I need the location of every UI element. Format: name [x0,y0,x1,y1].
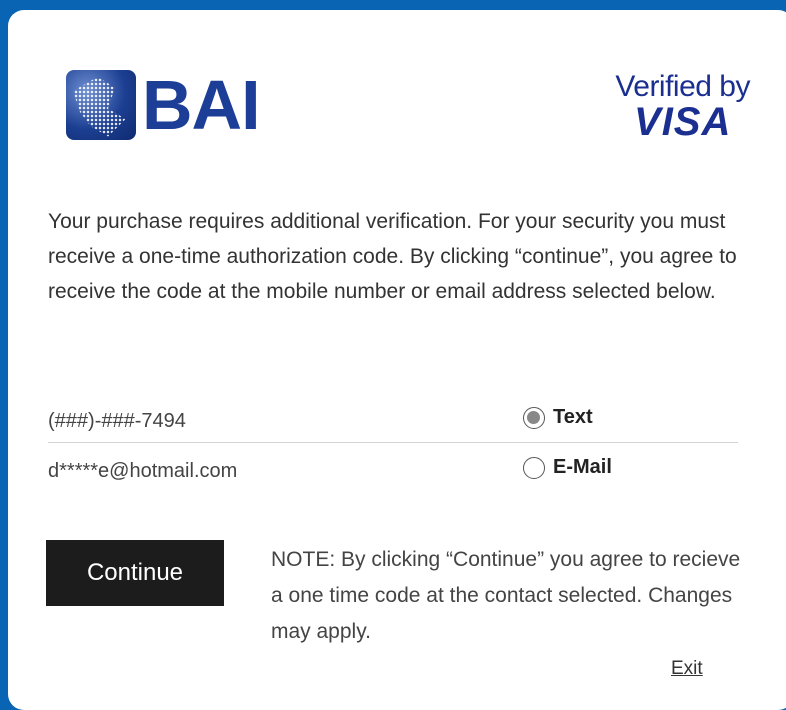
text-option[interactable]: Text [523,406,593,429]
email-radio[interactable] [523,456,545,479]
email-option-label: E-Mail [553,456,612,478]
verification-card: BAI Verified by VISA Your purchase requi… [8,10,786,710]
text-radio[interactable] [523,406,545,429]
email-option[interactable]: E-Mail [523,456,612,479]
contact-row-text: (###)-###-7494 Text [48,406,738,443]
globe-icon [66,70,136,140]
verified-by-visa-logo: Verified by VISA [615,70,750,144]
continue-button[interactable]: Continue [46,540,224,606]
contact-row-email: d*****e@hotmail.com E-Mail [48,456,738,492]
bank-name: BAI [142,66,261,144]
verified-by-text: Verified by [615,70,750,103]
verification-description: Your purchase requires additional verifi… [48,210,737,303]
note-text: NOTE: By clicking “Continue” you agree t… [271,548,741,643]
email-address: d*****e@hotmail.com [48,460,238,482]
phone-number: (###)-###-7494 [48,410,186,432]
visa-text: VISA [634,100,732,144]
text-option-label: Text [553,406,593,428]
exit-link[interactable]: Exit [671,658,703,680]
bai-logo: BAI [66,66,261,144]
